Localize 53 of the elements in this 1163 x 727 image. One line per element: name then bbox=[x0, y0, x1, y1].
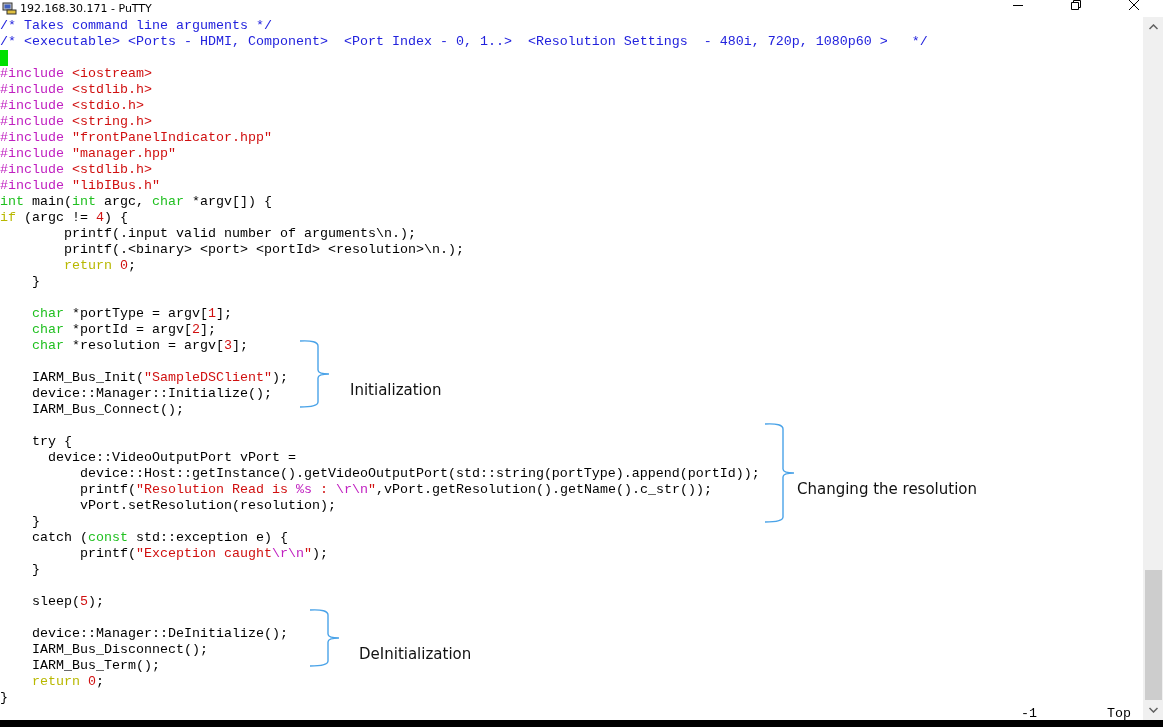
code-line: return 0; bbox=[31, 674, 104, 689]
code-line: sleep(5); bbox=[31, 594, 104, 609]
code-line: device::Host::getInstance().getVideoOutputPort(std::string(portType).append(portId)); bbox=[78, 466, 760, 481]
code-line: catch (const std::exception e) { bbox=[31, 530, 288, 545]
code-line: char *resolution = argv[3]; bbox=[31, 338, 248, 353]
code-line: if (argc != 4) { bbox=[0, 210, 128, 225]
code-line: } bbox=[31, 274, 40, 289]
code-line: /* <executable> <Ports - HDMI, Component> <Port Index - 0, 1..> <Resolution Settings - 480i, 720p, 1080p60 > */ bbox=[0, 34, 928, 49]
scrollbar-thumb[interactable] bbox=[1144, 570, 1162, 700]
code-line: IARM_Bus_Term(); bbox=[31, 658, 160, 673]
computer-icon bbox=[2, 2, 17, 15]
scrollbar[interactable] bbox=[1143, 17, 1163, 720]
code-line: #include <stdlib.h> bbox=[0, 82, 152, 97]
restore-icon[interactable] bbox=[1071, 0, 1081, 10]
code-line: device::Manager::Initialize(); bbox=[31, 386, 272, 401]
code-line: char *portType = argv[1]; bbox=[31, 306, 232, 321]
code-line: #include <stdio.h> bbox=[0, 98, 144, 113]
code-line: printf("Resolution Read is %s : \r\n",vPort.getResolution().getName().c_str()); bbox=[78, 482, 712, 497]
code-line: device::VideoOutputPort vPort = bbox=[47, 450, 296, 465]
code-line: /* Takes command line arguments */ bbox=[0, 18, 272, 33]
code-line: printf("Exception caught\r\n"); bbox=[78, 546, 328, 561]
code-line: #include "manager.hpp" bbox=[0, 146, 176, 161]
brace-drawing bbox=[310, 609, 340, 667]
code-line: #include "libIBus.h" bbox=[0, 178, 160, 193]
code-line: } bbox=[31, 514, 40, 529]
code-line: #include <iostream> bbox=[0, 66, 152, 81]
code-line: device::Manager::DeInitialize(); bbox=[31, 626, 288, 641]
code-line: printf(.<binary> <port> <portId> <resolution>\n.); bbox=[63, 242, 464, 257]
annotation-label: DeInitialization bbox=[359, 645, 472, 663]
scroll-position: Top bbox=[1107, 706, 1131, 722]
window-title: 192.168.30.171 - PuTTY bbox=[20, 2, 152, 15]
code-line: printf(.input valid number of arguments\n.); bbox=[63, 226, 416, 241]
code-line: } bbox=[31, 562, 40, 577]
brace-drawing bbox=[300, 340, 330, 408]
annotation-label: Changing the resolution bbox=[797, 480, 977, 498]
code-line: try { bbox=[31, 434, 72, 449]
code-line: IARM_Bus_Init("SampleDSClient"); bbox=[31, 370, 288, 385]
scroll-down-icon[interactable] bbox=[1148, 707, 1158, 713]
close-icon[interactable] bbox=[1129, 0, 1139, 10]
text-cursor bbox=[0, 50, 8, 66]
code-line: IARM_Bus_Connect(); bbox=[31, 402, 184, 417]
code-line: #include "frontPanelIndicator.hpp" bbox=[0, 130, 272, 145]
code-line: return 0; bbox=[63, 258, 136, 273]
scroll-up-icon[interactable] bbox=[1148, 24, 1158, 30]
code-line: #include <stdlib.h> bbox=[0, 162, 152, 177]
code-line: vPort.setResolution(resolution); bbox=[78, 498, 336, 513]
code-line: IARM_Bus_Disconnect(); bbox=[31, 642, 208, 657]
code-line: #include <string.h> bbox=[0, 114, 152, 129]
annotation-label: Initialization bbox=[350, 381, 442, 399]
cursor-position: -1 bbox=[1021, 706, 1037, 722]
code-line: int main(int argc, char *argv[]) { bbox=[0, 194, 272, 209]
code-line: char *portId = argv[2]; bbox=[31, 322, 216, 337]
code-line: } bbox=[0, 690, 8, 705]
